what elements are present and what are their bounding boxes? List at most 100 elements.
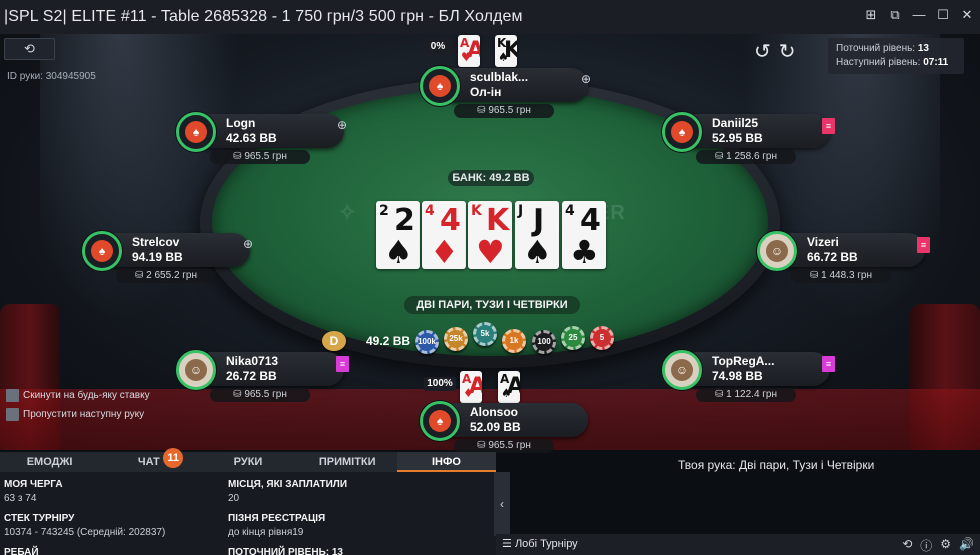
card-suit: ♠ [498, 50, 509, 64]
note-flag-icon[interactable]: ≡ [822, 118, 835, 134]
poker-logo-icon: ♠ [429, 410, 451, 432]
card-suit: ♠ [501, 386, 512, 400]
player-stack: 52.95 BB [712, 131, 763, 145]
player-stack: 42.63 BB [226, 131, 277, 145]
checkbox[interactable] [6, 389, 19, 402]
player-photo-icon: ☺ [766, 240, 788, 262]
grid-icon[interactable]: ⊞ [864, 8, 878, 22]
player-photo-icon: ☺ [185, 359, 207, 381]
info-label: ПІЗНЯ РЕЄСТРАЦІЯ [228, 513, 326, 524]
board-card-4: J J ♠ [515, 201, 559, 269]
board-card-5: 4 4 ♣ [562, 201, 606, 269]
poker-logo-icon: ♠ [671, 121, 693, 143]
tab-notes[interactable]: ПРИМІТКИ [298, 452, 397, 472]
card-suit: ♥ [476, 233, 505, 269]
card-rank: 2 [379, 203, 389, 219]
info-label: МОЯ ЧЕРГА [4, 479, 63, 490]
seat-bottomright[interactable]: ☺ TopRegA... 74.98 BB ≡ ⛁ 1 122.4 грн [662, 350, 835, 402]
note-flag-icon[interactable]: ≡ [917, 237, 930, 253]
tile-icon[interactable]: ⧉ [888, 8, 902, 22]
card-suit: ♠ [523, 233, 552, 269]
option-label: Пропустити наступну руку [23, 409, 145, 420]
info-icon[interactable]: ⓘ [920, 537, 932, 554]
rotate-right-icon[interactable]: ↻ [779, 39, 796, 64]
skip-hand-option[interactable]: Пропустити наступну руку [6, 408, 144, 421]
note-flag-icon[interactable]: ≡ [336, 356, 349, 372]
avatar: ♠ [82, 231, 122, 271]
replay-button[interactable]: ⟲ [4, 38, 55, 60]
tab-label: ІНФО [431, 456, 461, 468]
player-name: Alonsoo [470, 405, 518, 419]
player-name: Vizeri [807, 235, 839, 249]
sound-icon[interactable]: 🔊 [959, 537, 974, 554]
avatar: ☺ [757, 231, 797, 271]
your-hand-text: Твоя рука: Дві пари, Тузи і Четвірки [678, 458, 875, 472]
avatar: ♠ [662, 112, 702, 152]
card-rank: 4 [425, 203, 435, 219]
collapse-panel-button[interactable]: ‹ [494, 472, 510, 536]
player-name: TopRegA... [712, 354, 775, 368]
bank-value: 965.5 грн [244, 389, 287, 400]
seat-hero[interactable]: ♠ Alonsoo 52.09 BB ⛁ 965.5 грн [420, 401, 590, 453]
tab-info[interactable]: ІНФО [396, 452, 497, 472]
avatar: ♠ [420, 401, 460, 441]
chevron-left-icon: ‹ [500, 497, 504, 511]
tournament-lobby-link[interactable]: ☰ Лобі Турніру [502, 537, 578, 550]
bank-value: 965.5 грн [488, 440, 531, 451]
player-bank: ⛁ 965.5 грн [454, 104, 554, 118]
tab-chat[interactable]: ЧАТ 11 [99, 448, 198, 472]
current-level-label: Поточний рівень: [836, 43, 916, 54]
info-value: 20 [228, 493, 240, 504]
pot-amount: 49.2 BB [366, 334, 411, 348]
bank-value: 1 448.3 грн [821, 270, 873, 281]
board-card-3: K K ♥ [468, 201, 512, 269]
card-suit: ♥ [461, 50, 472, 64]
tab-emoji[interactable]: ЕМОДЖІ [0, 452, 99, 472]
player-bank: ⛁ 2 655.2 грн [116, 269, 216, 283]
level-info: Поточний рівень: 13 Наступний рівень: 07… [828, 38, 964, 74]
seat-topright[interactable]: ♠ Daniil25 52.95 BB ≡ ⛁ 1 258.6 грн [662, 112, 835, 164]
player-bank: ⛁ 965.5 грн [210, 388, 310, 402]
chip-25k: 25k [444, 327, 468, 351]
dealer-button: D [322, 331, 346, 351]
current-level-value: 13 [917, 43, 929, 54]
player-stack: 74.98 BB [712, 369, 763, 383]
hole-card-top-1: A A ♥ [458, 35, 480, 67]
title-bar: |SPL S2| ELITE #11 - Table 2685328 - 1 7… [0, 0, 980, 34]
seat-topleft[interactable]: ♠ Logn 42.63 BB ⊕ ⛁ 965.5 грн [176, 112, 349, 164]
hand-id: ID руки: 304945905 [7, 71, 96, 82]
player-name: Nika0713 [226, 354, 279, 368]
lobby-label: Лобі Турніру [514, 538, 578, 550]
minimize-icon[interactable]: — [912, 8, 926, 22]
player-name: Strelcov [132, 235, 180, 249]
card-suit: ♠ [384, 233, 413, 269]
equity-badge-hero: 100% [424, 377, 456, 391]
avatar: ☺ [176, 350, 216, 390]
window-controls: ⊞ ⧉ — ☐ ✕ [864, 8, 974, 22]
seat-left[interactable]: ♠ Strelcov 94.19 BB ⊕ ⛁ 2 655.2 грн [82, 231, 255, 283]
fold-any-option[interactable]: Скинути на будь-яку ставку [6, 389, 150, 402]
tab-hands[interactable]: РУКИ [198, 452, 297, 472]
player-stack: 26.72 BB [226, 369, 277, 383]
note-flag-icon[interactable]: ≡ [822, 356, 835, 372]
tab-label: ЕМОДЖІ [26, 456, 73, 468]
settings-icon[interactable]: ⚙ [940, 537, 951, 554]
history-icon[interactable]: ⟲ [902, 537, 912, 554]
bank-value: 965.5 грн [244, 151, 287, 162]
add-note-icon[interactable]: ⊕ [335, 118, 349, 132]
seat-right[interactable]: ☺ Vizeri 66.72 BB ≡ ⛁ 1 448.3 грн [757, 231, 930, 283]
winning-hand-label: ДВІ ПАРИ, ТУЗИ І ЧЕТВІРКИ [404, 296, 580, 314]
checkbox[interactable] [6, 408, 19, 421]
add-note-icon[interactable]: ⊕ [579, 72, 593, 86]
chip-5k: 5k [473, 322, 497, 346]
maximize-icon[interactable]: ☐ [936, 8, 950, 22]
close-icon[interactable]: ✕ [960, 8, 974, 22]
card-rank: 4 [565, 203, 575, 219]
rotate-left-icon[interactable]: ↺ [754, 39, 771, 64]
seat-top[interactable]: ♠ sculblak... Ол-ін ⊕ ⛁ 965.5 грн [420, 66, 593, 118]
add-note-icon[interactable]: ⊕ [241, 237, 255, 251]
card-rank: K [471, 203, 482, 219]
seat-bottomleft[interactable]: ☺ Nika0713 26.72 BB ≡ ⛁ 965.5 грн [176, 350, 349, 402]
equity-badge-top: 0% [423, 39, 453, 55]
player-bank: ⛁ 965.5 грн [454, 439, 554, 453]
